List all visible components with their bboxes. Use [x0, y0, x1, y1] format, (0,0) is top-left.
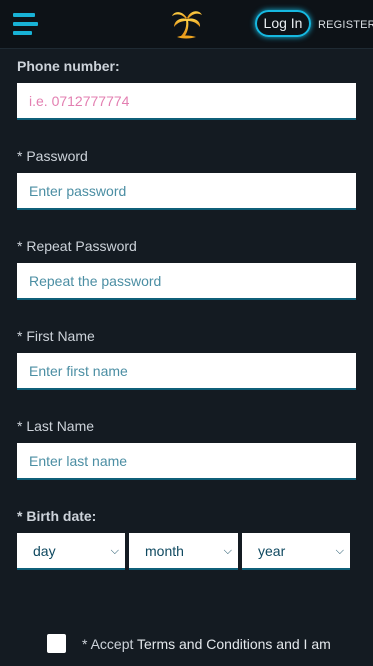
birth-day-select[interactable]: day ⌵: [17, 533, 125, 570]
phone-input[interactable]: i.e. 0712777774: [17, 83, 356, 120]
chevron-down-icon: ⌵: [335, 545, 344, 557]
last-name-input[interactable]: Enter last name: [17, 443, 356, 480]
birth-month-value: month: [145, 543, 184, 559]
birth-month-select[interactable]: month ⌵: [129, 533, 238, 570]
login-button[interactable]: Log In: [255, 10, 311, 37]
last-name-label: * Last Name: [17, 418, 95, 434]
chevron-down-icon: ⌵: [223, 545, 232, 557]
birth-year-select[interactable]: year ⌵: [242, 533, 350, 570]
repeat-password-label: * Repeat Password: [17, 238, 137, 254]
chevron-down-icon: ⌵: [110, 545, 119, 557]
terms-link[interactable]: Terms and Conditions and I am: [137, 636, 331, 652]
register-link[interactable]: REGISTER: [318, 19, 373, 31]
repeat-password-input[interactable]: Repeat the password: [17, 263, 356, 300]
top-bar: Log In REGISTER: [0, 0, 373, 49]
birth-date-label: * Birth date:: [17, 508, 97, 524]
accept-terms-text: * Accept Terms and Conditions and I am: [82, 636, 331, 652]
birth-year-value: year: [258, 543, 286, 559]
accept-prefix: * Accept: [82, 636, 138, 652]
palm-tree-logo-icon[interactable]: [168, 4, 206, 42]
birth-day-value: day: [33, 543, 56, 559]
hamburger-menu-icon[interactable]: [13, 13, 38, 35]
accept-terms-checkbox[interactable]: [47, 634, 66, 653]
password-label: * Password: [17, 148, 88, 164]
password-input[interactable]: Enter password: [17, 173, 356, 210]
first-name-label: * First Name: [17, 328, 95, 344]
phone-label: Phone number:: [17, 58, 120, 74]
first-name-input[interactable]: Enter first name: [17, 353, 356, 390]
